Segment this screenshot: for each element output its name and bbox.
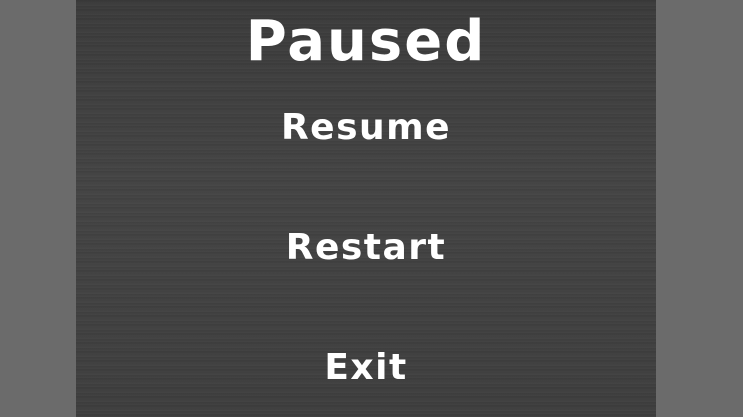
pause-menu-panel: Paused Resume Restart Exit [76, 0, 656, 417]
game-screen: Paused Resume Restart Exit [0, 0, 743, 417]
pause-title: Paused [245, 9, 487, 74]
resume-button[interactable]: Resume [76, 105, 656, 151]
restart-button[interactable]: Restart [76, 225, 656, 271]
exit-button[interactable]: Exit [76, 345, 656, 391]
